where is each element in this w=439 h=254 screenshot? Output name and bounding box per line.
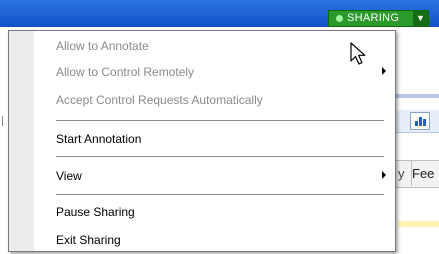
menu-item-label: Exit Sharing — [56, 233, 121, 247]
sharing-status-label: SHARING — [347, 12, 400, 24]
menu-item-view[interactable]: View — [9, 164, 395, 190]
chart-icon[interactable] — [410, 112, 430, 130]
background-divider — [2, 116, 6, 126]
menu-item-allow-to-annotate[interactable]: Allow to Annotate — [9, 34, 395, 60]
menu-item-label: Allow to Control Remotely — [56, 65, 195, 79]
menu-item-label: Allow to Annotate — [56, 39, 149, 53]
menu-separator — [56, 120, 384, 121]
menu-item-start-annotation[interactable]: Start Annotation — [9, 127, 395, 153]
background-application — [396, 27, 439, 250]
mouse-cursor-icon — [350, 42, 366, 65]
grid-header-fragment: y — [398, 166, 405, 181]
menu-item-label: Pause Sharing — [56, 205, 135, 219]
background-strip — [396, 94, 439, 98]
background-highlight-row — [398, 221, 439, 227]
menu-separator — [56, 194, 384, 195]
dropdown-arrow-icon[interactable]: ▼ — [413, 11, 428, 26]
background-grid-header: y Fee — [396, 160, 439, 188]
sharing-indicator-icon — [336, 15, 343, 22]
menu-separator — [56, 156, 384, 157]
grid-column-divider — [411, 160, 412, 186]
sharing-status-button[interactable]: SHARING ▼ — [328, 10, 429, 27]
menu-item-label: Start Annotation — [56, 132, 142, 146]
menu-item-allow-to-control-remotely[interactable]: Allow to Control Remotely — [9, 60, 395, 86]
menu-item-accept-control-requests-automatically[interactable]: Accept Control Requests Automatically — [9, 88, 395, 114]
background-left-edge — [0, 27, 8, 250]
submenu-arrow-icon — [382, 171, 386, 179]
submenu-arrow-icon — [382, 67, 386, 75]
grid-header-fee: Fee — [412, 166, 435, 181]
menu-item-exit-sharing[interactable]: Exit Sharing — [9, 228, 395, 254]
sharing-context-menu: Allow to Annotate Allow to Control Remot… — [8, 30, 396, 252]
menu-item-label: View — [56, 169, 82, 183]
menu-item-pause-sharing[interactable]: Pause Sharing — [9, 200, 395, 226]
menu-item-label: Accept Control Requests Automatically — [56, 93, 263, 107]
